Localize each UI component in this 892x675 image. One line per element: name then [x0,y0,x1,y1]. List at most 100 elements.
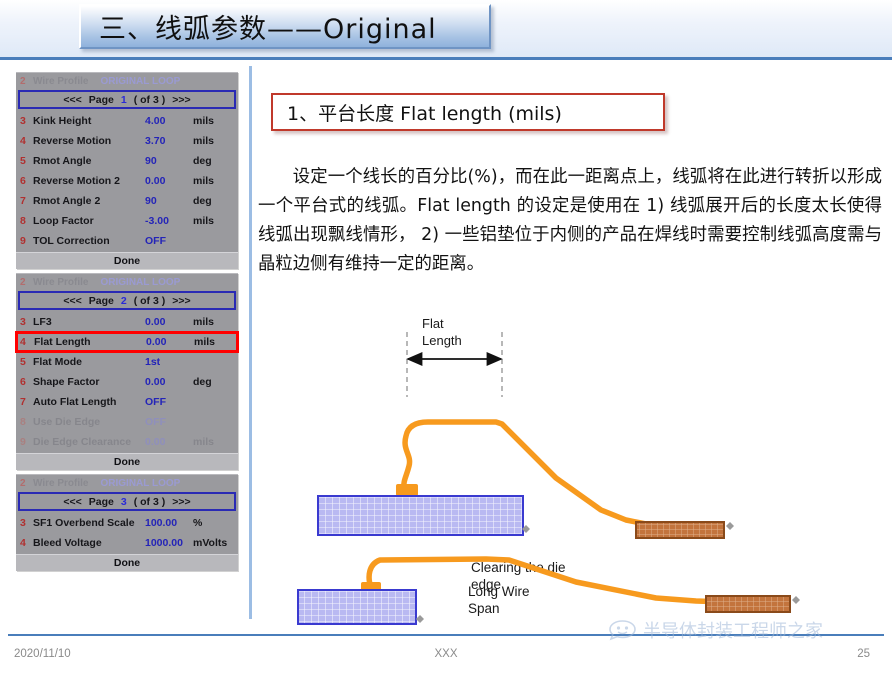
parameter-row[interactable]: 8 Loop Factor -3.00 mils [16,211,238,231]
parameter-value[interactable]: 100.00 [145,517,193,529]
page-prev-button[interactable]: <<< [63,496,81,508]
done-button[interactable]: Done [16,554,238,571]
parameter-value[interactable]: 90 [145,195,193,207]
parameter-value[interactable]: 90 [145,155,193,167]
parameter-unit: mils [193,135,215,147]
parameter-value[interactable]: 0.00 [145,436,193,448]
parameter-index: 9 [20,235,26,247]
parameter-value[interactable]: 3.70 [145,135,193,147]
section-heading-text: 1、平台长度 Flat length (mils) [287,102,562,125]
wire-profile-panel: 2 Wire Profile ORIGINAL LOOP <<< Page 1 ( of 3… [16,72,238,269]
parameter-index: 4 [20,537,26,549]
parameter-row-highlighted[interactable]: 4 Flat Length 0.00 mils [15,331,239,353]
parameter-index: 7 [20,195,26,207]
parameter-value[interactable]: 0.00 [145,316,193,328]
footer-page-number: 25 [857,648,870,660]
parameter-name: Flat Mode [33,356,82,368]
parameter-value[interactable]: 0.00 [145,175,193,187]
die-lower [297,589,417,625]
parameter-row[interactable]: 9 TOL Correction OFF [16,231,238,251]
parameter-row[interactable]: 4 Reverse Motion 3.70 mils [16,131,238,151]
parameter-unit: mils [193,175,215,187]
done-button[interactable]: Done [16,453,238,470]
parameter-value[interactable]: 4.00 [145,115,193,127]
dimension-label-line1: Flat [422,316,444,331]
page-navigation-bar[interactable]: <<< Page 2 ( of 3 ) >>> [18,291,236,310]
panel-header-index: 2 [20,75,26,87]
parameter-value[interactable]: 1000.00 [145,537,193,549]
panel-header: 2 Wire Profile ORIGINAL LOOP [16,273,238,290]
parameter-unit: % [193,517,203,529]
parameter-row[interactable]: 3 SF1 Overbend Scale 100.00% [16,513,238,533]
wire-profile-panel-column: 2 Wire Profile ORIGINAL LOOP <<< Page 1 ( of 3… [15,72,239,575]
panel-header-value: ORIGINAL LOOP [100,276,181,288]
page-number-value[interactable]: 3 [121,496,127,508]
page-nav-label: Page [88,495,114,508]
panel-header-value: ORIGINAL LOOP [100,75,181,87]
page-navigation-bar[interactable]: <<< Page 3 ( of 3 ) >>> [18,492,236,511]
parameter-unit: mils [193,215,215,227]
wire-profile-panel: 2 Wire Profile ORIGINAL LOOP <<< Page 3 ( of 3… [16,474,238,571]
title-divider-rule [0,57,892,60]
parameter-name: Kink Height [33,115,92,127]
page-total-label: ( of 3 ) [133,495,166,508]
page-title: 三、线弧参数——Original [99,14,437,45]
parameter-row[interactable]: 7 Rmot Angle 2 90 deg [16,191,238,211]
panel-header-index: 2 [20,477,26,489]
lead-handle-lower [792,596,800,604]
parameter-index: 3 [20,517,26,529]
wire-loop-lower [366,556,729,605]
parameter-index: 5 [20,356,26,368]
parameter-unit: mils [194,336,216,348]
parameter-value[interactable]: OFF [145,396,193,408]
vertical-divider [249,66,252,619]
slide-canvas: 三、线弧参数——Original 2 Wire Profile ORIGINAL L… [0,0,892,675]
parameter-name: Die Edge Clearance [33,436,132,448]
panel-header-label: Wire Profile [33,75,89,87]
parameter-row[interactable]: 5 Rmot Angle 90 deg [16,151,238,171]
parameter-name: Bleed Voltage [33,537,102,549]
parameter-row[interactable]: 3 LF3 0.00 mils [16,312,238,332]
page-number-value[interactable]: 1 [121,94,127,106]
page-prev-button[interactable]: <<< [63,295,81,307]
parameter-index: 3 [20,316,26,328]
page-next-button[interactable]: >>> [172,496,190,508]
page-navigation-bar[interactable]: <<< Page 1 ( of 3 ) >>> [18,90,236,109]
panel-header-label: Wire Profile [33,276,89,288]
dimension-label-line2: Length [422,333,462,348]
parameter-index: 7 [20,396,26,408]
parameter-value[interactable]: 0.00 [146,336,194,348]
ball-bond-upper [396,484,418,496]
parameter-row[interactable]: 6 Shape Factor 0.00 deg [16,372,238,392]
parameter-row: 9 Die Edge Clearance 0.00 mils [16,432,238,452]
done-button[interactable]: Done [16,252,238,269]
parameter-row[interactable]: 4 Bleed Voltage 1000.00 mVolts [16,533,238,553]
parameter-row[interactable]: 5 Flat Mode 1st [16,352,238,372]
parameter-name: Use Die Edge [33,416,101,428]
die-handle-lower [416,615,424,623]
panel-header-value: ORIGINAL LOOP [100,477,181,489]
parameter-value[interactable]: OFF [145,416,193,428]
panel-header: 2 Wire Profile ORIGINAL LOOP [16,474,238,491]
parameter-value[interactable]: -3.00 [145,215,193,227]
page-next-button[interactable]: >>> [172,295,190,307]
parameter-value[interactable]: 1st [145,356,193,368]
section-heading-box: 1、平台长度 Flat length (mils) [271,93,665,131]
parameter-row[interactable]: 3 Kink Height 4.00 mils [16,111,238,131]
parameter-row[interactable]: 7 Auto Flat Length OFF [16,392,238,412]
parameter-row: 8 Use Die Edge OFF [16,412,238,432]
parameter-value[interactable]: 0.00 [145,376,193,388]
parameter-name: Flat Length [34,336,91,348]
parameter-list: 3 LF3 0.00 mils 4 Flat Length 0.00 mils 5 Flat Mo… [15,312,239,453]
parameter-value[interactable]: OFF [145,235,193,247]
parameter-name: Rmot Angle [33,155,92,167]
wire-bond-diagram: Flat Length Clearing the die edge Long W… [256,300,892,625]
page-next-button[interactable]: >>> [172,94,190,106]
page-number-value[interactable]: 2 [121,295,127,307]
parameter-index: 6 [20,376,26,388]
parameter-unit: deg [193,155,212,167]
panel-header: 2 Wire Profile ORIGINAL LOOP [16,72,238,89]
parameter-row[interactable]: 6 Reverse Motion 2 0.00 mils [16,171,238,191]
page-prev-button[interactable]: <<< [63,94,81,106]
parameter-name: SF1 Overbend Scale [33,517,135,529]
